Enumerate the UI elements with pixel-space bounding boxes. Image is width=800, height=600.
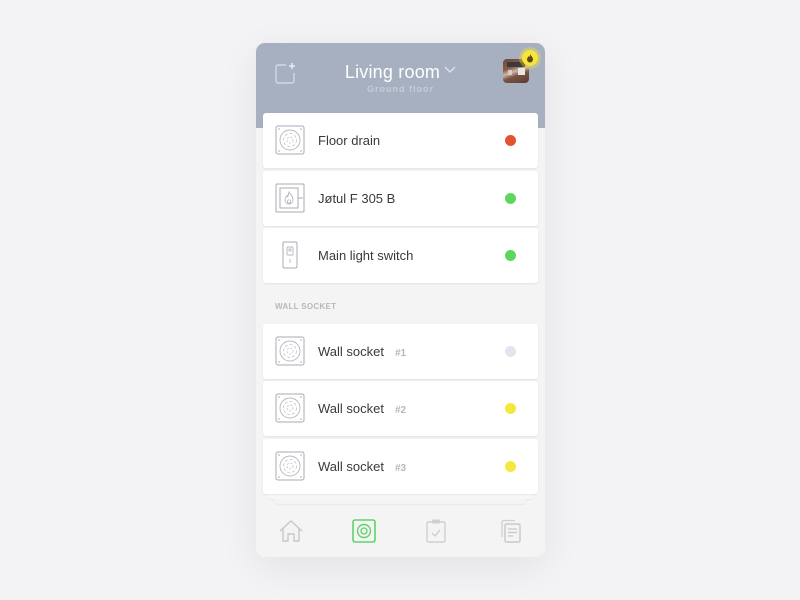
clipboard-check-icon <box>426 519 446 543</box>
flame-icon <box>527 54 533 63</box>
device-icon <box>352 519 376 543</box>
tab-devices[interactable] <box>350 517 378 545</box>
avatar-window <box>518 68 525 75</box>
socket-label: Wall socket <box>318 401 384 416</box>
socket-row[interactable]: Wall socket #3 <box>263 438 538 494</box>
status-indicator <box>505 135 516 146</box>
socket-label: Wall socket <box>318 343 384 359</box>
light-switch-icon <box>282 241 298 269</box>
app-window: Living room Ground floor Floor drain Jøt… <box>256 43 545 557</box>
device-row[interactable]: Floor drain <box>263 113 538 168</box>
device-row[interactable]: Jøtul F 305 B <box>263 170 538 226</box>
chevron-down-icon <box>444 66 456 73</box>
home-icon <box>279 520 303 542</box>
section-header: WALL SOCKET <box>263 286 538 324</box>
notification-badge[interactable] <box>522 50 538 66</box>
stacked-card-shadow <box>275 499 526 504</box>
wall-socket-icon <box>275 336 305 365</box>
device-list: Floor drain Jøtul F 305 B Main light swi… <box>263 113 538 504</box>
documents-icon <box>501 519 521 543</box>
status-indicator <box>505 345 516 357</box>
wall-socket-icon <box>275 451 305 480</box>
status-indicator <box>505 460 516 472</box>
avatar-window <box>508 70 512 75</box>
tab-documents[interactable] <box>496 517 524 545</box>
socket-name: Wall socket #1 <box>318 344 406 359</box>
socket-name: Wall socket #3 <box>318 459 406 474</box>
floor-drain-icon <box>275 125 305 155</box>
socket-number: #3 <box>394 462 407 474</box>
socket-number: #1 <box>394 347 407 359</box>
socket-number: #2 <box>394 405 407 416</box>
floor-subtitle: Ground floor <box>367 84 434 94</box>
socket-label: Wall socket <box>318 458 384 474</box>
status-indicator <box>505 250 516 261</box>
tab-home[interactable] <box>277 517 305 545</box>
tab-tasks[interactable] <box>422 517 450 545</box>
socket-row[interactable]: Wall socket #2 <box>263 381 538 436</box>
tab-bar <box>256 513 545 557</box>
avatar-roof <box>507 62 525 67</box>
device-name: Jøtul F 305 B <box>318 190 396 206</box>
socket-name: Wall socket #2 <box>318 401 406 416</box>
socket-row[interactable]: Wall socket #1 <box>263 323 538 379</box>
device-row[interactable]: Main light switch <box>263 228 538 283</box>
device-name: Main light switch <box>318 248 414 263</box>
room-selector[interactable]: Living room Ground floor <box>256 62 545 94</box>
device-name: Floor drain <box>318 133 381 148</box>
status-indicator <box>505 192 516 204</box>
section-label: WALL SOCKET <box>275 301 337 311</box>
room-title: Living room <box>344 62 441 82</box>
wall-socket-icon <box>275 393 305 423</box>
fireplace-icon <box>275 183 305 212</box>
status-indicator <box>505 403 516 414</box>
